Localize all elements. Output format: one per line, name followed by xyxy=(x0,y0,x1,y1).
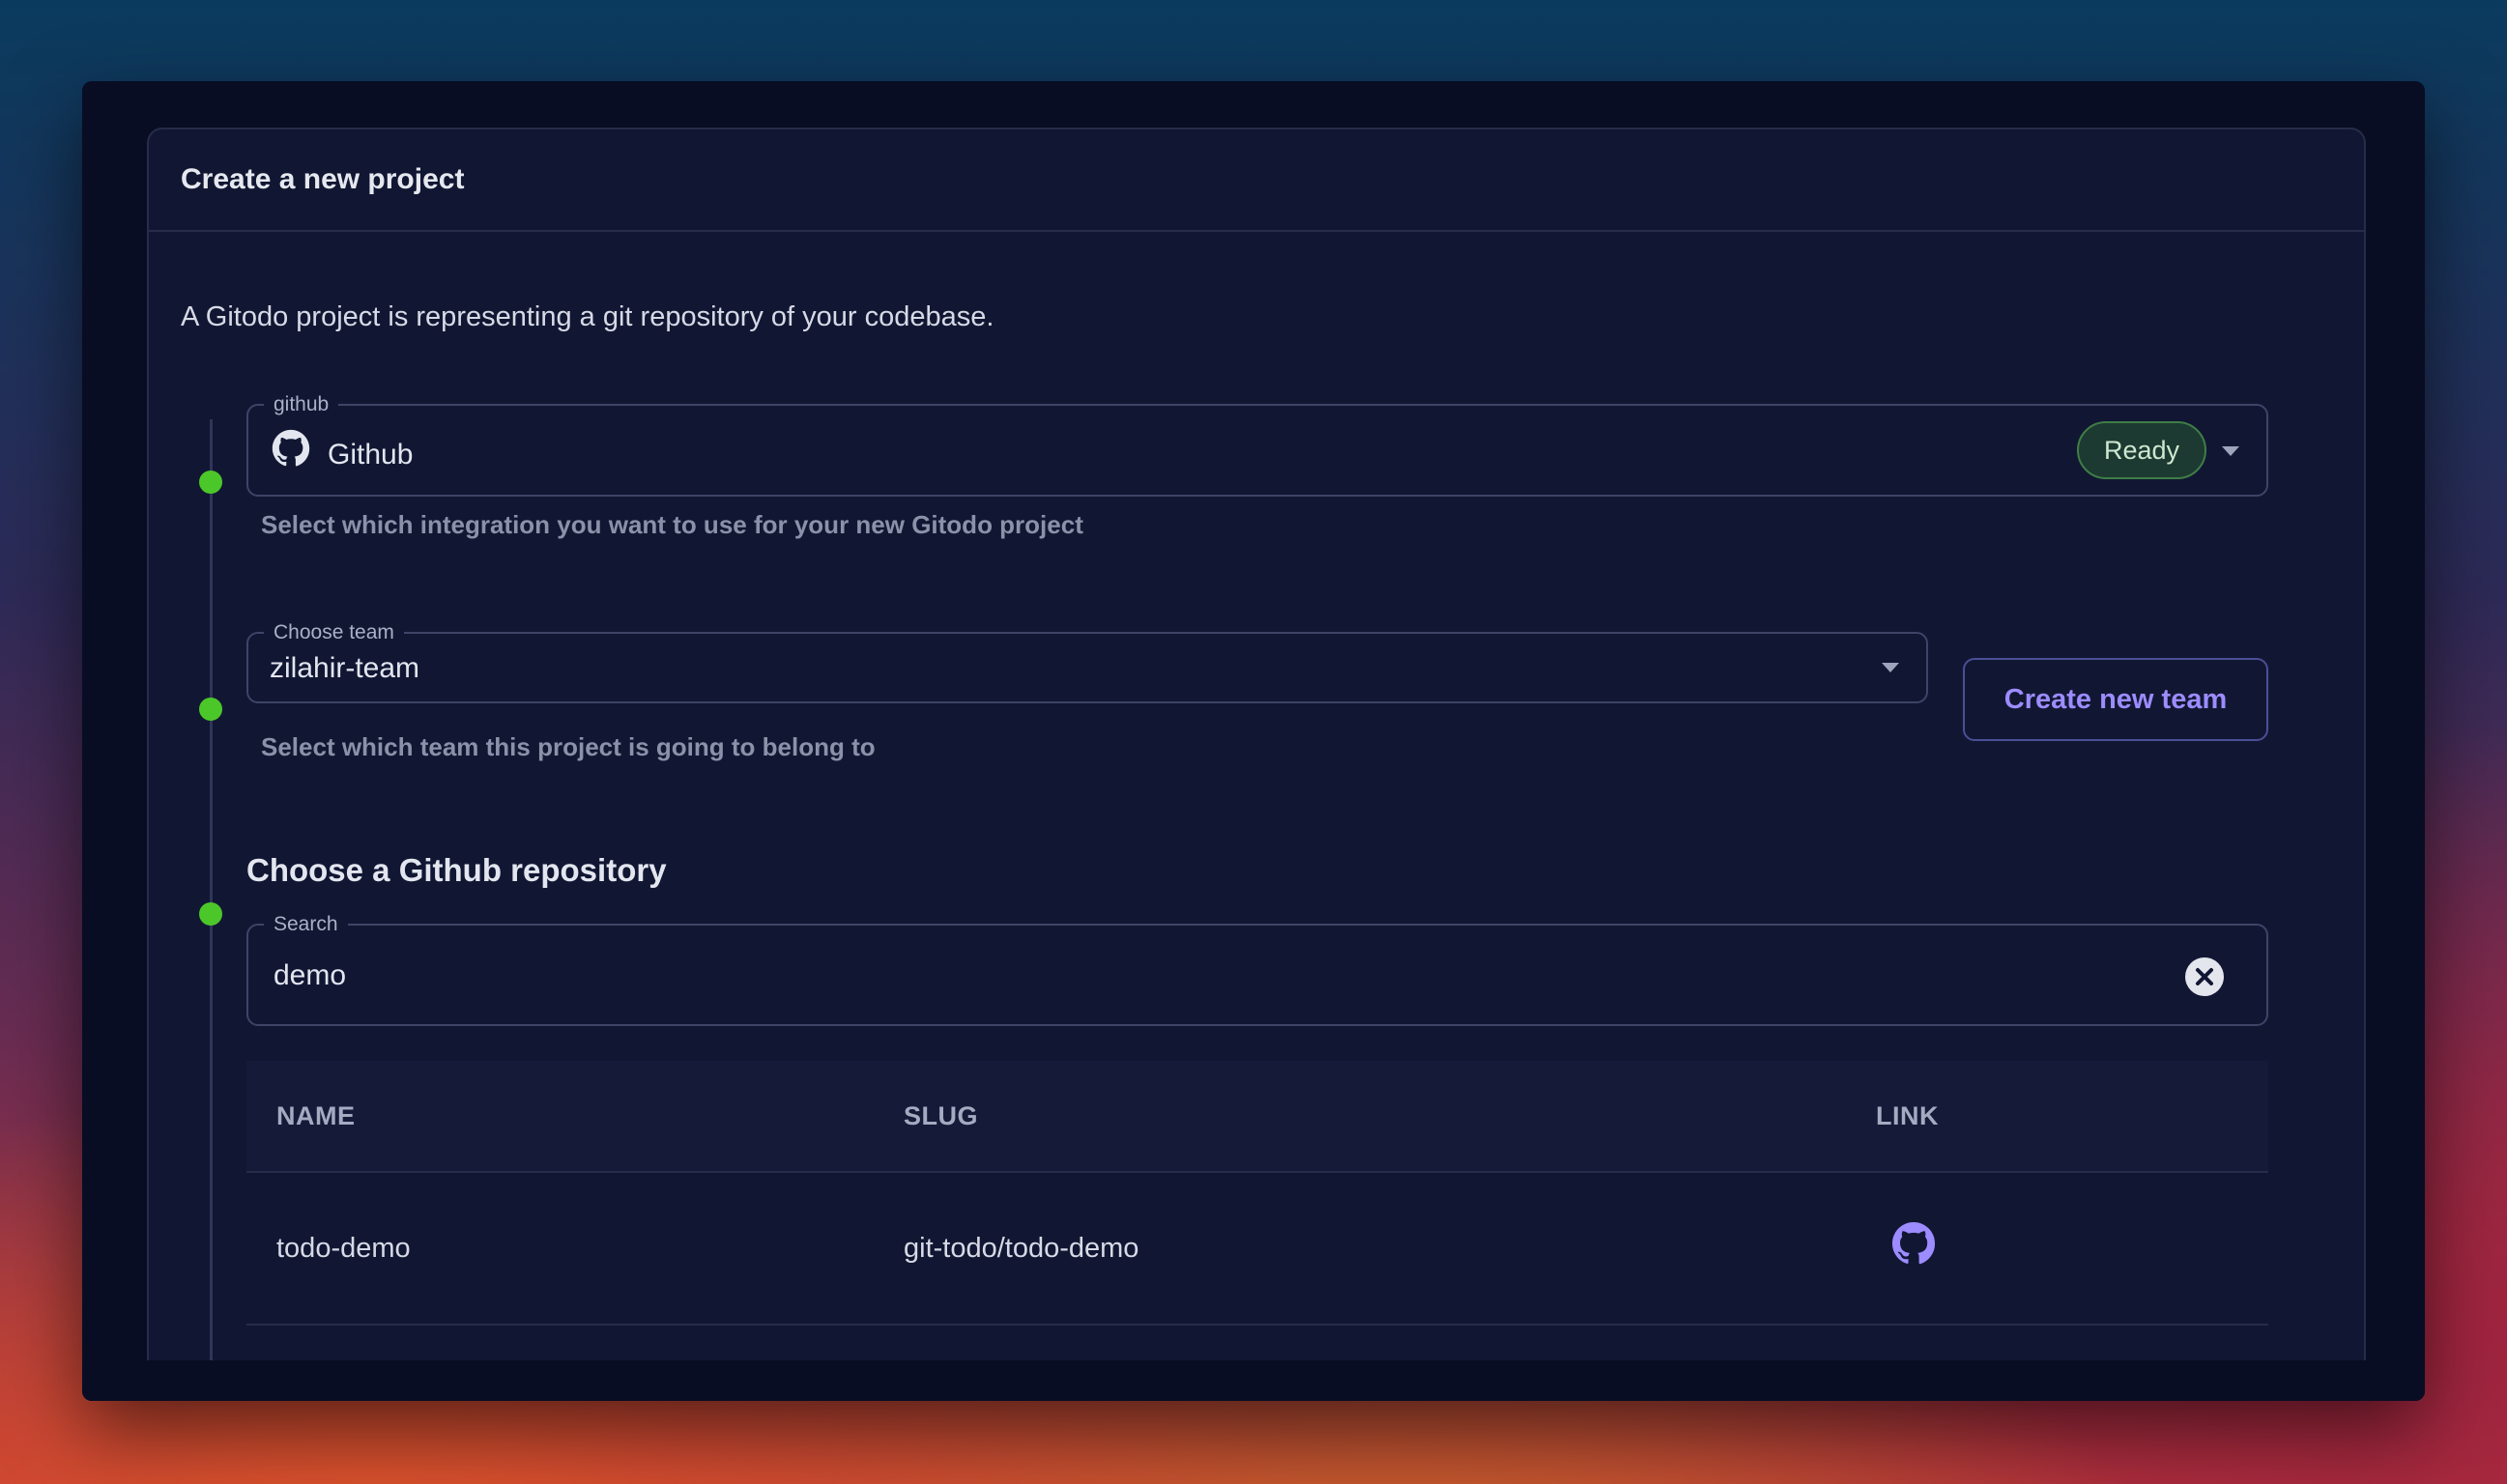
github-icon[interactable] xyxy=(1891,1221,1936,1266)
team-value: zilahir-team xyxy=(270,652,420,684)
team-select[interactable]: Choose team zilahir-team xyxy=(246,621,1928,703)
clear-search-button[interactable] xyxy=(2185,957,2224,996)
search-value[interactable]: demo xyxy=(274,959,346,992)
card-header: Create a new project xyxy=(149,129,2364,232)
step-indicator-team xyxy=(199,698,222,721)
step-indicator-integration xyxy=(199,471,222,494)
team-legend: Choose team xyxy=(264,621,404,644)
chevron-down-icon[interactable] xyxy=(2222,446,2239,456)
repository-section-title: Choose a Github repository xyxy=(246,852,667,888)
column-header-link: LINK xyxy=(1876,1101,1939,1130)
column-header-slug: SLUG xyxy=(904,1101,979,1130)
create-project-card: Create a new project A Gitodo project is… xyxy=(147,128,2366,1401)
integration-value: Github xyxy=(328,439,414,471)
integration-select[interactable]: github Github Ready xyxy=(246,393,2268,497)
column-header-name: NAME xyxy=(276,1101,356,1130)
create-new-team-button[interactable]: Create new team xyxy=(1963,658,2268,741)
table-header: NAME SLUG LINK xyxy=(246,1061,2268,1173)
table-row[interactable]: todo-demo git-todo/todo-demo xyxy=(246,1173,2268,1326)
step-indicator-repository xyxy=(199,902,222,926)
repo-slug: git-todo/todo-demo xyxy=(904,1233,1139,1264)
window-bottom-edge xyxy=(82,1360,2425,1401)
search-legend: Search xyxy=(264,913,348,936)
intro-text: A Gitodo project is representing a git r… xyxy=(181,301,994,332)
status-badge: Ready xyxy=(2076,421,2206,479)
integration-helper: Select which integration you want to use… xyxy=(261,510,1083,539)
app-window: Create a new project A Gitodo project is… xyxy=(82,81,2425,1401)
close-icon xyxy=(2196,968,2213,985)
repository-table: NAME SLUG LINK todo-demo git-todo/todo-d… xyxy=(246,1061,2268,1326)
github-icon xyxy=(272,429,310,467)
repo-name: todo-demo xyxy=(276,1233,411,1264)
page-title: Create a new project xyxy=(181,163,465,195)
team-helper: Select which team this project is going … xyxy=(261,732,876,761)
repository-search-input[interactable]: Search demo xyxy=(246,913,2268,1026)
chevron-down-icon[interactable] xyxy=(1882,663,1899,672)
integration-legend: github xyxy=(264,393,339,416)
